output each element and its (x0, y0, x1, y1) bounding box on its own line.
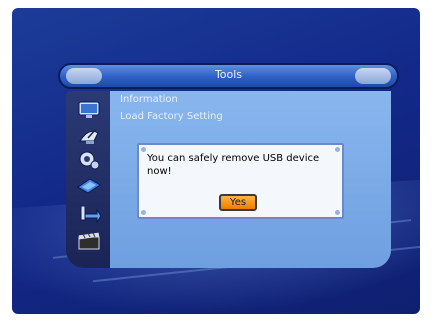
tv-screen: Tools Information Load Factory Setting Y… (12, 8, 420, 314)
window-title: Tools (214, 68, 243, 81)
arrow-icon[interactable] (76, 203, 102, 225)
monitor-icon[interactable] (76, 99, 102, 121)
dialog-corner-dot (141, 210, 146, 215)
sidebar (66, 91, 110, 268)
satellite-dish-icon[interactable] (76, 125, 102, 147)
dialog-corner-dot (141, 147, 146, 152)
yes-button[interactable]: Yes (219, 194, 257, 211)
menu-item-load-factory-setting[interactable]: Load Factory Setting (120, 111, 223, 122)
menu-item-information[interactable]: Information (120, 94, 178, 105)
dialog-message: You can safely remove USB device now! (147, 153, 320, 177)
tools-icon[interactable] (76, 175, 102, 197)
film-icon[interactable] (76, 231, 102, 253)
title-bar: Tools (58, 63, 399, 89)
dialog-corner-dot (335, 210, 340, 215)
usb-remove-dialog: You can safely remove USB device now! Ye… (137, 143, 344, 219)
gear-icon[interactable] (76, 149, 102, 171)
